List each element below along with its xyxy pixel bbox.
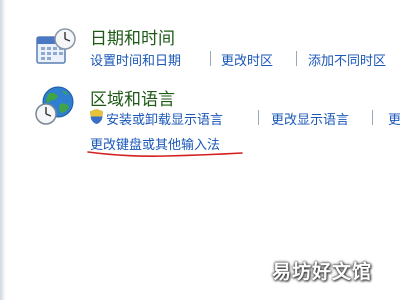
truncated-link[interactable]: 更	[388, 109, 400, 128]
install-display-language-link[interactable]: 安装或卸载显示语言	[106, 109, 223, 128]
set-time-date-link[interactable]: 设置时间和日期	[90, 50, 181, 69]
datetime-title[interactable]: 日期和时间	[90, 24, 175, 49]
link-separator	[372, 110, 373, 125]
link-separator	[296, 51, 297, 66]
change-display-language-link[interactable]: 更改显示语言	[271, 109, 349, 128]
shield-icon	[90, 109, 103, 124]
red-underline-annotation	[87, 151, 243, 157]
globe-clock-icon[interactable]	[34, 84, 78, 128]
change-timezone-link[interactable]: 更改时区	[221, 50, 273, 69]
region-title[interactable]: 区域和语言	[90, 85, 175, 110]
add-timezone-link[interactable]: 添加不同时区	[308, 50, 386, 69]
link-separator	[258, 110, 259, 125]
control-panel-page: 日期和时间 设置时间和日期 更改时区 添加不同时区 区域和语言 安装或卸载显示语…	[0, 0, 400, 300]
window-left-border	[0, 0, 6, 300]
watermark: 易坊好文馆	[271, 261, 372, 283]
link-separator	[210, 51, 211, 66]
calendar-clock-icon[interactable]	[34, 26, 78, 70]
